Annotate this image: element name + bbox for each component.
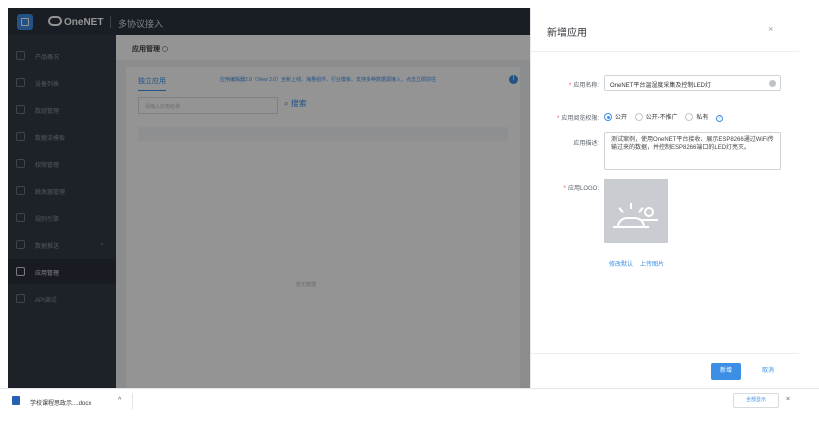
radio-label: 公开-不推广 <box>645 115 678 121</box>
show-all-button[interactable]: 全部显示 <box>733 393 779 408</box>
help-icon[interactable]: ? <box>716 115 724 122</box>
radio-unchecked-icon <box>634 113 643 121</box>
camera-icon <box>644 207 654 217</box>
required-mark: * <box>556 116 560 122</box>
ray <box>618 207 624 213</box>
modify-default-link[interactable]: 修改默认 <box>609 259 633 268</box>
label-text: 应用名称: <box>573 83 599 89</box>
divider <box>132 393 133 409</box>
chevron-up-icon[interactable]: ^ <box>118 397 121 404</box>
cancel-button[interactable]: 取消 <box>753 363 783 380</box>
app-name-label: * 应用名称: <box>533 80 599 89</box>
modal-overlay[interactable] <box>8 8 530 388</box>
required-mark: * <box>568 83 572 89</box>
radio-label: 私有 <box>696 115 709 121</box>
description-textarea[interactable]: 测试案例，使用OneNET平台接收、展示ESP8266通过WiFi传输过来的数据… <box>604 132 781 170</box>
divider <box>531 51 799 52</box>
radio-checked-icon <box>604 113 612 121</box>
camera-stand <box>640 219 658 221</box>
upload-image-link[interactable]: 上传图片 <box>640 259 664 268</box>
description-label: 应用描述: <box>573 141 599 147</box>
radio-label: 公开 <box>615 115 628 121</box>
download-bar: 学校课程思政示....docx ^ 全部显示 × <box>0 388 819 412</box>
drawer-title: 新增应用 <box>547 28 587 39</box>
permission-label: * 应用阅览权限: <box>533 113 599 122</box>
label-text: 应用LOGO: <box>567 186 599 192</box>
ray <box>630 203 632 209</box>
required-mark: * <box>563 186 566 192</box>
divider <box>531 353 799 354</box>
permission-radio-group: 公开 公开-不推广 私有 ? <box>604 112 724 122</box>
radio-public[interactable]: 公开 <box>604 112 627 121</box>
clear-input-icon[interactable] <box>769 80 776 87</box>
app-window: OneNET 多协议接入 产品概况 设备列表 数组管理 数据流模板 权限管理 触… <box>8 8 799 388</box>
ray <box>638 207 644 213</box>
app-logo-preview <box>604 179 668 243</box>
radio-private[interactable]: 私有 <box>685 112 708 121</box>
close-icon[interactable]: × <box>768 24 773 34</box>
floor-line <box>613 226 649 228</box>
close-icon[interactable]: × <box>786 396 790 403</box>
logo-label: * 应用LOGO: <box>533 183 599 192</box>
word-document-icon <box>12 396 20 405</box>
radio-unchecked-icon <box>685 113 694 121</box>
app-name-input[interactable]: OneNET平台温湿度采集及控制LED灯 <box>604 75 781 91</box>
new-app-drawer: 新增应用 × * 应用名称: OneNET平台温湿度采集及控制LED灯 * 应用阅览… <box>530 8 799 388</box>
download-file-name[interactable]: 学校课程思政示....docx <box>30 398 91 407</box>
label-text: 应用阅览权限: <box>561 116 599 122</box>
add-button[interactable]: 新增 <box>711 363 741 380</box>
radio-public-unpromoted[interactable]: 公开-不推广 <box>634 112 678 121</box>
